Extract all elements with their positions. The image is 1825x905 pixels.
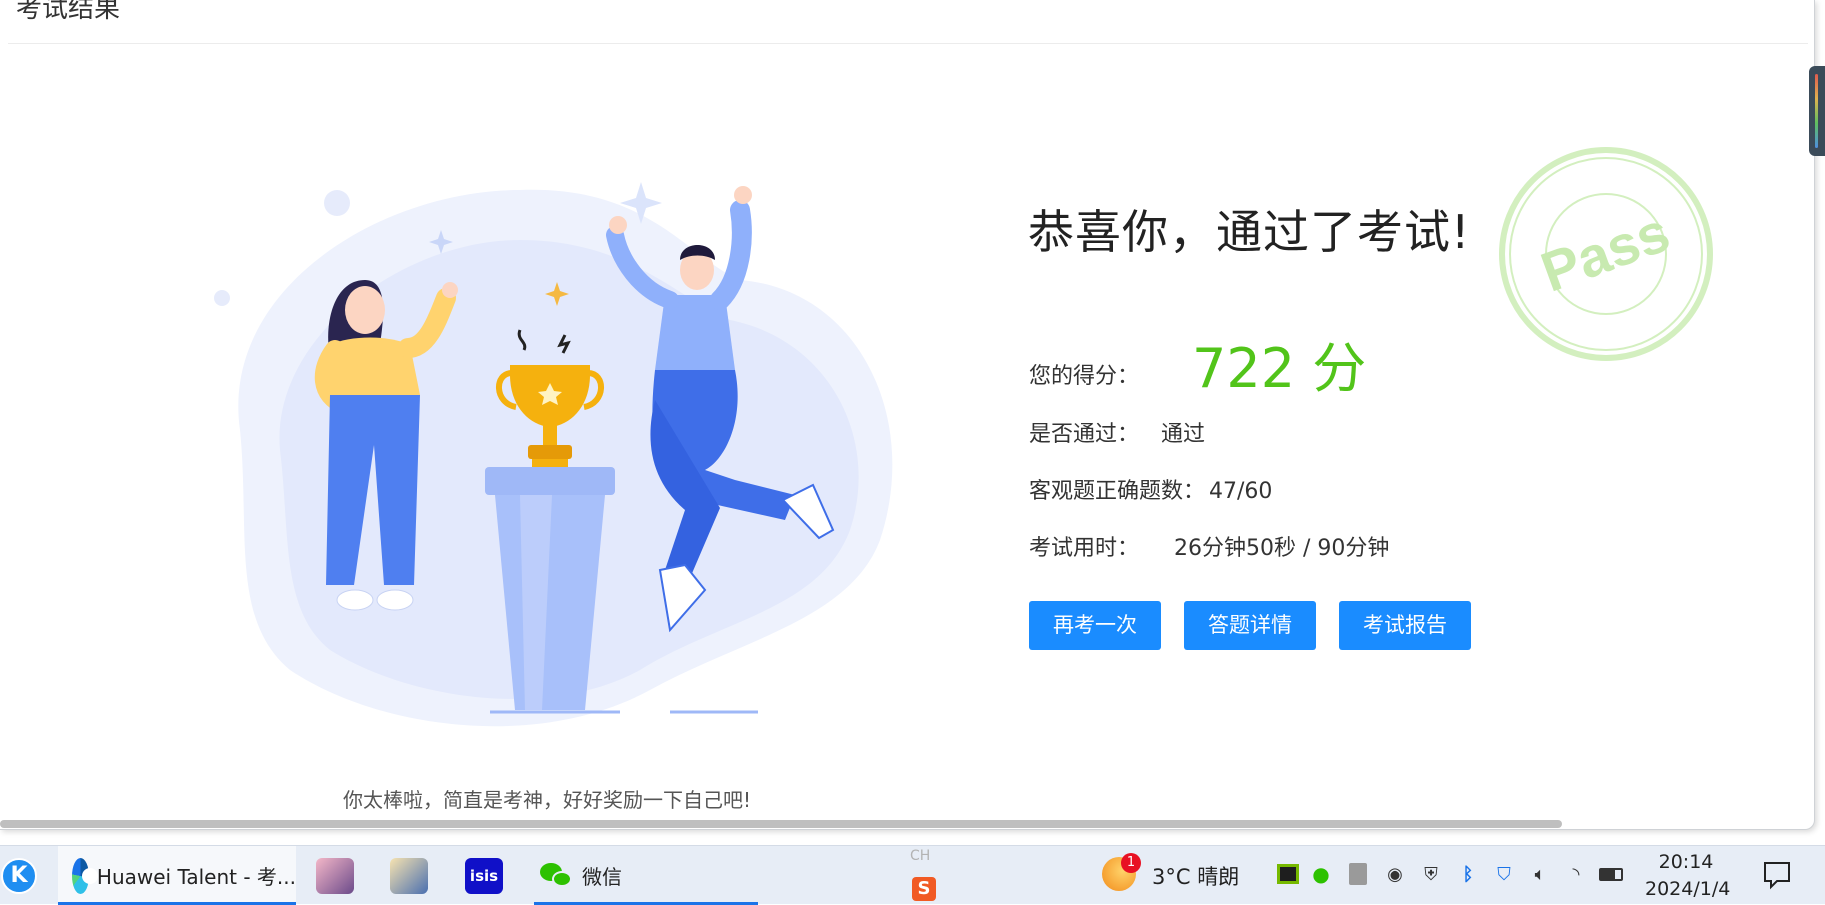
notification-icon[interactable] [1760,857,1794,891]
bubble [324,190,350,216]
wifi-icon[interactable]: ◝ [1563,861,1589,887]
retake-exam-button[interactable]: 再考一次 [1029,601,1161,650]
encouragement-caption: 你太棒啦，简直是考神，好好奖励一下自己吧! [343,788,752,812]
ime-indicator[interactable]: CH [910,848,930,864]
answer-details-button[interactable]: 答题详情 [1184,601,1316,650]
time-value: 26分钟50秒 / 90分钟 [1174,536,1390,561]
score-value: 722 分 [1192,337,1367,400]
system-clock[interactable]: 20:14 2024/1/4 [1645,849,1731,903]
security-icon[interactable]: ⛉ [1491,861,1517,887]
objective-row: 客观题正确题数： 47/60 [1029,473,1272,505]
celebration-illustration [214,182,893,727]
score-label: 您的得分： [1029,364,1140,389]
pass-stamp: Pass [1499,147,1713,361]
clock-date: 2024/1/4 [1645,878,1731,900]
game-avatar-icon [390,857,428,894]
title-divider [8,43,1808,44]
taskbar-wechat-window[interactable]: 微信 [534,846,758,905]
bubble [214,290,230,306]
pass-value: 通过 [1161,422,1206,447]
edge-window-label: Huawei Talent - 考... [96,865,296,889]
sogou-ime-icon[interactable]: S [912,877,936,901]
nvidia-icon[interactable] [1275,861,1301,887]
taskbar-isis-app[interactable]: isis [465,846,503,905]
clock-time: 20:14 [1658,851,1714,873]
k-logo-icon: K [1,857,37,894]
podium-top [485,467,615,495]
horizontal-scrollbar[interactable] [0,820,1562,828]
wechat-window-label: 微信 [582,865,622,889]
isis-icon: isis [465,857,503,894]
page-title: 考试结果 [16,0,121,24]
shield-warning-icon[interactable]: ⛨ [1418,861,1444,887]
wechat-tray-icon[interactable]: ● [1308,861,1334,887]
record-icon[interactable]: ◉ [1382,861,1408,887]
objective-value: 47/60 [1209,479,1273,504]
taskbar-game-app-1[interactable] [316,846,354,905]
exam-report-button[interactable]: 考试报告 [1339,601,1471,650]
volume-icon[interactable]: 🔈︎ [1527,861,1553,887]
usb-icon[interactable] [1345,861,1371,887]
taskbar-edge-window[interactable]: Huawei Talent - 考... [58,846,296,905]
pass-headline: 恭喜你，通过了考试! [1028,205,1471,259]
game-avatar-icon [316,857,354,894]
wechat-icon [540,861,574,891]
time-row: 考试用时： 26分钟50秒 / 90分钟 [1029,530,1389,562]
side-widget[interactable] [1809,66,1825,156]
time-label: 考试用时： [1029,536,1140,561]
weather-badge: 1 [1121,853,1141,873]
weather-widget[interactable]: 3°C 晴朗 [1152,861,1239,891]
score-row: 您的得分： [1029,358,1139,390]
pass-label: 是否通过： [1029,422,1140,447]
browser-page: 考试结果 你太棒啦，简直是考神，好好奖励一下自己吧! 恭喜你，通过了考试! 您的… [0,0,1815,830]
edge-browser-icon [72,857,98,894]
start-button[interactable]: K [0,846,38,905]
taskbar-game-app-2[interactable] [390,846,428,905]
battery-icon[interactable] [1598,861,1624,887]
objective-label: 客观题正确题数： [1029,479,1206,504]
bluetooth-icon[interactable]: ᛒ [1455,861,1481,887]
pass-row: 是否通过： 通过 [1029,416,1205,448]
